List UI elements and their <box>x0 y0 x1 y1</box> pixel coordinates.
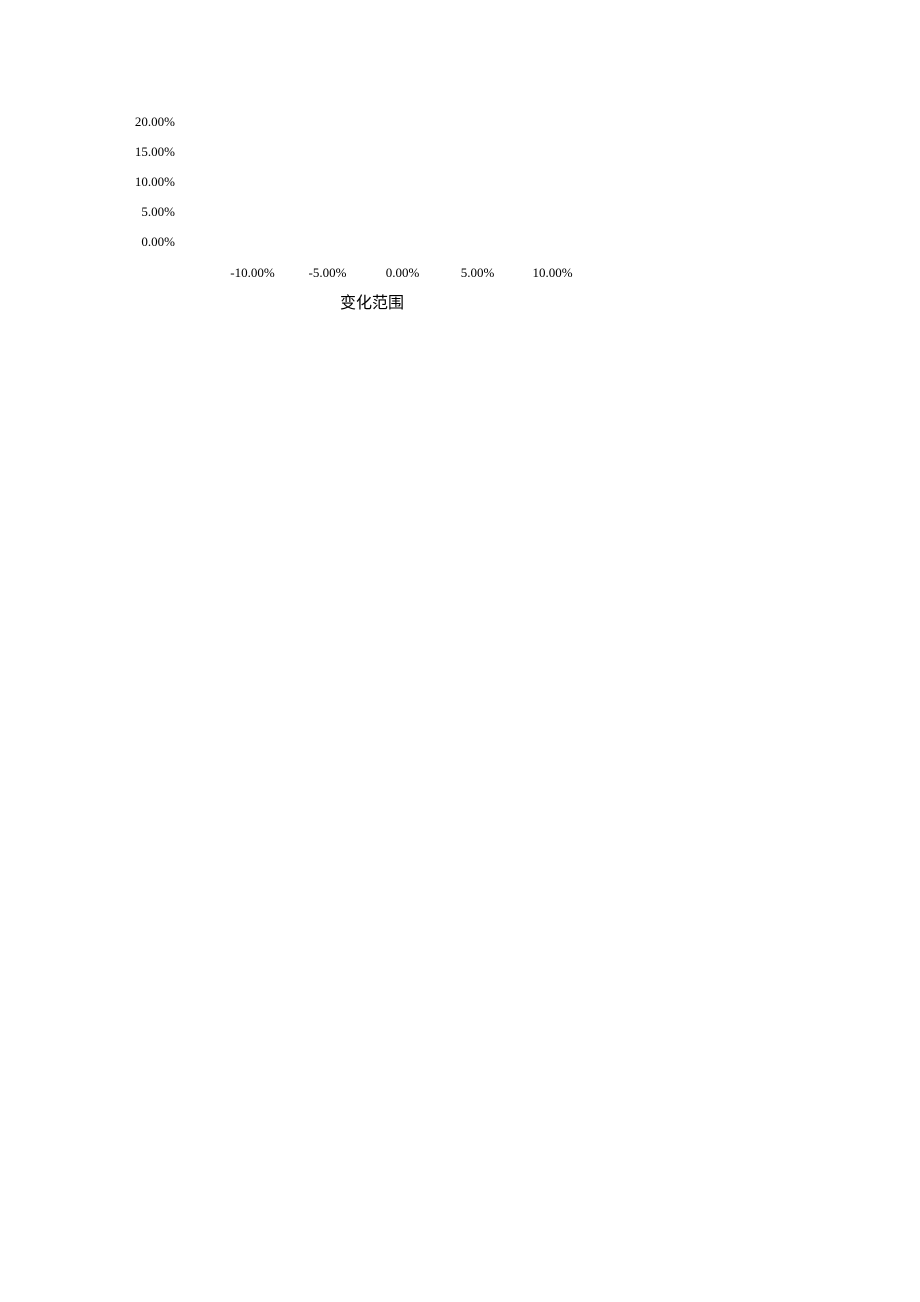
x-tick-label: -10.00% <box>215 265 290 281</box>
x-tick-label: 0.00% <box>365 265 440 281</box>
y-tick-label: 0.00% <box>120 235 175 265</box>
x-axis-label: 变化范围 <box>340 289 404 313</box>
y-tick-label: 10.00% <box>120 175 175 205</box>
x-tick-label: 10.00% <box>515 265 590 281</box>
x-tick-label: -5.00% <box>290 265 365 281</box>
y-tick-label: 20.00% <box>120 115 175 145</box>
x-tick-label: 5.00% <box>440 265 515 281</box>
x-axis: -10.00% -5.00% 0.00% 5.00% 10.00% <box>215 265 590 281</box>
y-axis: 20.00% 15.00% 10.00% 5.00% 0.00% <box>120 115 175 265</box>
y-tick-label: 15.00% <box>120 145 175 175</box>
y-tick-label: 5.00% <box>120 205 175 235</box>
